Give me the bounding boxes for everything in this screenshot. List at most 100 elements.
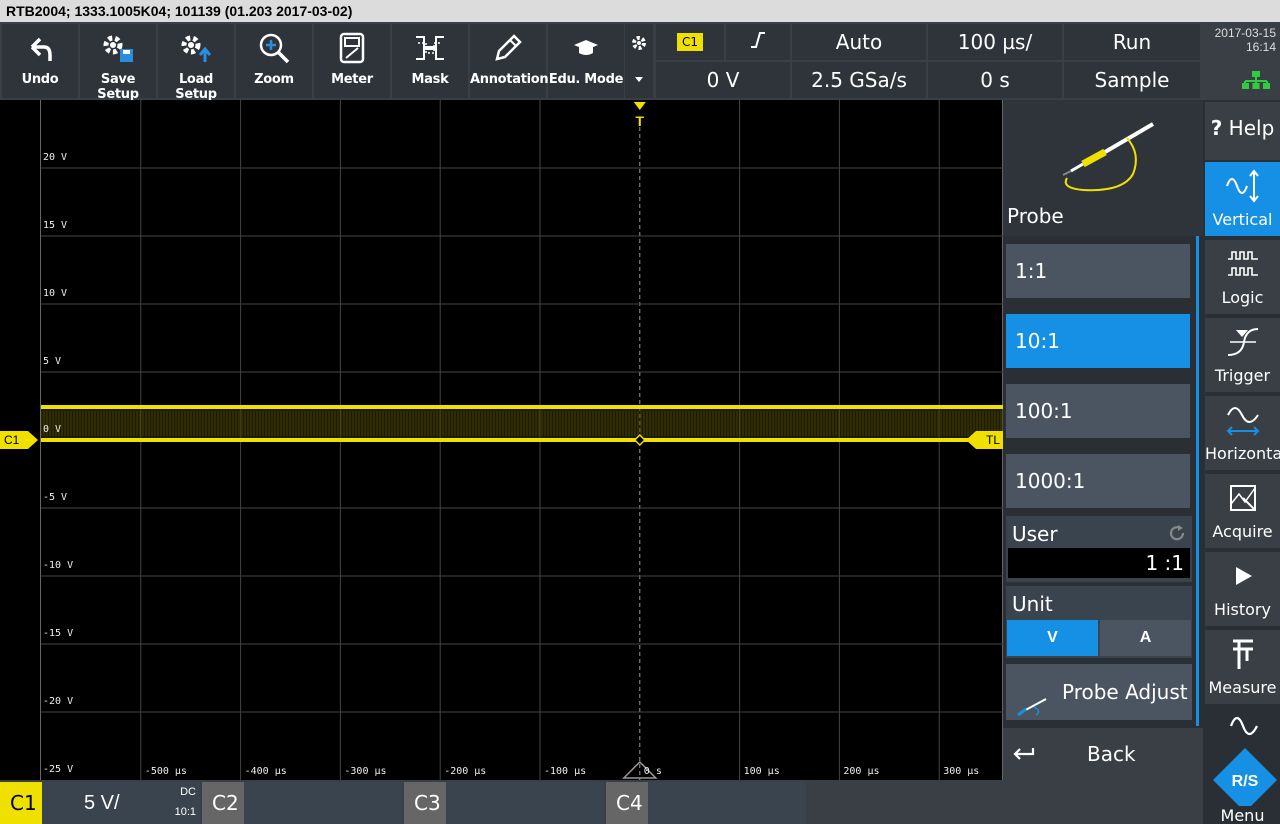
- channel-c4-tab[interactable]: C4: [606, 782, 806, 824]
- probe-ratio-option[interactable]: 1000:1: [1006, 454, 1190, 508]
- back-button[interactable]: Back: [1003, 728, 1203, 780]
- trace-high-level: [41, 405, 1004, 409]
- undo-icon: [2, 24, 78, 72]
- y-tick-label: -20 V: [43, 696, 74, 707]
- right-menu: ? Help Vertical Logic Trigger Horizontal Acq…: [1203, 100, 1280, 824]
- zoom-button[interactable]: Zoom: [236, 24, 312, 98]
- timebase-cell[interactable]: 100 µs/: [928, 24, 1062, 60]
- horizontal-icon: [1205, 396, 1280, 444]
- right-menu-label: Logic: [1221, 288, 1264, 307]
- waveform-menu-icon: [1229, 712, 1259, 746]
- window-title: RTB2004; 1333.1005K04; 101139 (01.203 20…: [0, 0, 1280, 22]
- logic-icon: [1205, 240, 1280, 288]
- edu-mode-button[interactable]: Edu. Mode: [548, 24, 624, 98]
- unit-v-button[interactable]: V: [1007, 620, 1098, 656]
- save-setup-button[interactable]: Save Setup: [80, 24, 156, 102]
- y-tick-label: 5 V: [43, 356, 62, 367]
- mask-button[interactable]: Mask: [392, 24, 468, 98]
- undo-label: Undo: [21, 72, 59, 87]
- channel-c1-tab[interactable]: C1 5 V/ DC 10:1: [0, 782, 200, 824]
- sample-rate-cell[interactable]: 2.5 GSa/s: [792, 62, 926, 98]
- load-setup-label: Load Setup: [175, 72, 217, 102]
- time-offset-cell[interactable]: 0 s: [928, 62, 1062, 98]
- x-tick-label: 0 s: [643, 766, 662, 777]
- time-text: 16:14: [1245, 40, 1276, 54]
- menu-button[interactable]: R/S Menu: [1205, 706, 1280, 824]
- y-tick-label: 15 V: [43, 220, 68, 231]
- y-tick-label: -10 V: [43, 560, 74, 571]
- save-setup-icon: [80, 24, 156, 72]
- history-icon: [1205, 552, 1280, 600]
- reset-icon[interactable]: [1168, 524, 1186, 547]
- trigger-slope-cell[interactable]: [726, 24, 790, 60]
- right-menu-label: Measure: [1208, 678, 1277, 697]
- rising-edge-icon: [749, 30, 767, 54]
- user-ratio-input[interactable]: 1 :1: [1008, 548, 1190, 578]
- y-tick-label: 20 V: [43, 152, 68, 163]
- right-menu-measure-button[interactable]: Measure: [1205, 630, 1280, 704]
- toolbar-settings-button[interactable]: [625, 24, 653, 98]
- zoom-icon: [236, 24, 312, 72]
- network-icon: [1241, 70, 1271, 95]
- x-tick-label: 100 µs: [743, 766, 780, 777]
- channel-c1-scale: 5 V/: [84, 792, 120, 814]
- trigger-position-marker[interactable]: [633, 102, 646, 110]
- right-menu-horizontal-button[interactable]: Horizontal: [1205, 396, 1280, 470]
- acquisition-mode-cell[interactable]: Sample: [1064, 62, 1200, 98]
- x-tick-label: -500 µs: [144, 766, 187, 777]
- x-tick-label: 300 µs: [943, 766, 980, 777]
- back-icon: [1011, 744, 1035, 768]
- undo-button[interactable]: Undo: [2, 24, 78, 98]
- trigger-source-cell[interactable]: C1: [656, 24, 724, 60]
- load-setup-button[interactable]: Load Setup: [158, 24, 234, 102]
- unit-label: Unit: [1012, 592, 1053, 616]
- channel-c3-name: C3: [404, 782, 446, 824]
- vertical-icon: [1205, 162, 1280, 210]
- channel-c2-name: C2: [202, 782, 244, 824]
- trace-edges: [41, 411, 1002, 436]
- rs-logo-icon: R/S: [1211, 746, 1279, 812]
- probe-ratio-option[interactable]: 1:1: [1006, 244, 1190, 298]
- y-tick-label: -5 V: [43, 492, 68, 503]
- trigger-source-badge: C1: [676, 33, 703, 51]
- gear-icon: [630, 34, 648, 57]
- right-menu-acquire-button[interactable]: Acquire: [1205, 474, 1280, 548]
- edu-mode-label: Edu. Mode: [548, 72, 624, 87]
- right-menu-history-button[interactable]: History: [1205, 552, 1280, 626]
- trigger-level-cell[interactable]: 0 V: [656, 62, 790, 98]
- right-menu-logic-button[interactable]: Logic: [1205, 240, 1280, 314]
- annotation-label: Annotation: [470, 72, 549, 87]
- meter-label: Meter: [331, 72, 373, 87]
- channel-offset-marker[interactable]: C1: [0, 431, 38, 449]
- trigger-mode-cell[interactable]: Auto: [792, 24, 926, 60]
- zoom-label: Zoom: [254, 72, 294, 87]
- right-menu-label: Acquire: [1212, 522, 1273, 541]
- meter-icon: [314, 24, 390, 72]
- channel-c2-tab[interactable]: C2: [202, 782, 402, 824]
- annotation-button[interactable]: Annotation: [470, 24, 549, 98]
- right-menu-vertical-button[interactable]: Vertical: [1205, 162, 1280, 236]
- probe-adjust-button[interactable]: Probe Adjust: [1006, 664, 1192, 720]
- help-button[interactable]: ? Help: [1205, 102, 1280, 160]
- y-tick-label: -25 V: [43, 764, 74, 775]
- unit-a-button[interactable]: A: [1100, 620, 1191, 656]
- trace-low-level: [41, 438, 1004, 442]
- x-tick-label: 200 µs: [843, 766, 880, 777]
- back-label: Back: [1087, 742, 1136, 766]
- right-menu-trigger-button[interactable]: Trigger: [1205, 318, 1280, 392]
- y-tick-label: -15 V: [43, 628, 74, 639]
- channel-c1-name: C1: [0, 782, 42, 824]
- scrollbar[interactable]: [1196, 236, 1199, 726]
- right-menu-label: History: [1214, 600, 1271, 619]
- right-menu-label: Trigger: [1214, 366, 1271, 385]
- waveform-display[interactable]: T 20 V 15 V 10 V 5 V 0 V -5 V -10 V -15 V -20 V -…: [40, 100, 1004, 780]
- datetime-panel: 2017-03-15 16:14: [1203, 22, 1280, 100]
- probe-ratio-option[interactable]: 10:1: [1006, 314, 1190, 368]
- channel-c3-tab[interactable]: C3: [404, 782, 604, 824]
- probe-ratio-option[interactable]: 100:1: [1006, 384, 1190, 438]
- meter-button[interactable]: Meter: [314, 24, 390, 98]
- help-icon: ?: [1210, 116, 1223, 140]
- user-label: User: [1012, 522, 1058, 546]
- trigger-icon: [1205, 318, 1280, 366]
- run-state-cell[interactable]: Run: [1064, 24, 1200, 60]
